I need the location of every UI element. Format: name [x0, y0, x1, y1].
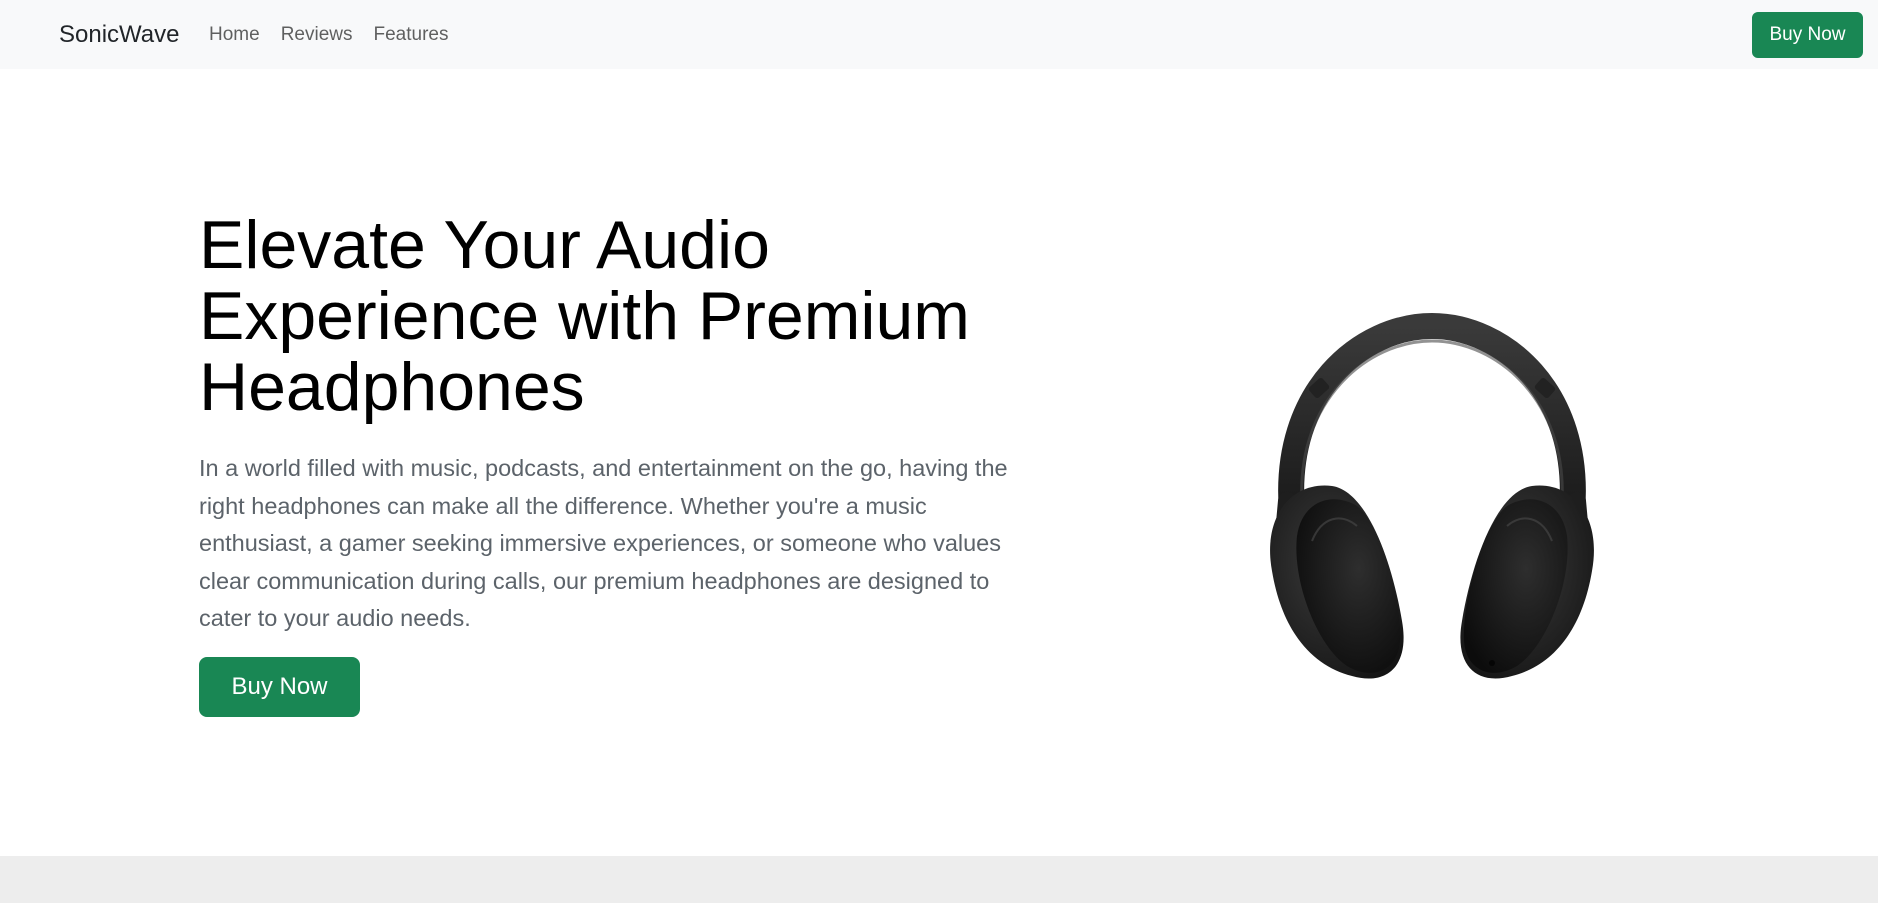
nav-buy-now-button[interactable]: Buy Now	[1752, 12, 1863, 58]
hero-description: In a world filled with music, podcasts, …	[199, 455, 1008, 631]
hero-title: Elevate Your Audio Experience with Premi…	[199, 207, 970, 425]
nav-link-home[interactable]: Home	[209, 22, 260, 48]
hero-buy-now-button[interactable]: Buy Now	[199, 657, 360, 717]
footer-strip	[0, 856, 1878, 903]
hero-section: Elevate Your Audio Experience with Premi…	[0, 69, 1878, 856]
navbar: SonicWave Home Reviews Features Buy Now	[0, 0, 1878, 69]
nav-links: Home Reviews Features	[209, 22, 448, 48]
nav-link-features[interactable]: Features	[374, 22, 449, 48]
brand-logo[interactable]: SonicWave	[59, 18, 180, 52]
headphones-image	[1252, 301, 1612, 681]
nav-link-reviews[interactable]: Reviews	[281, 22, 353, 48]
headphones-icon	[1270, 312, 1594, 679]
